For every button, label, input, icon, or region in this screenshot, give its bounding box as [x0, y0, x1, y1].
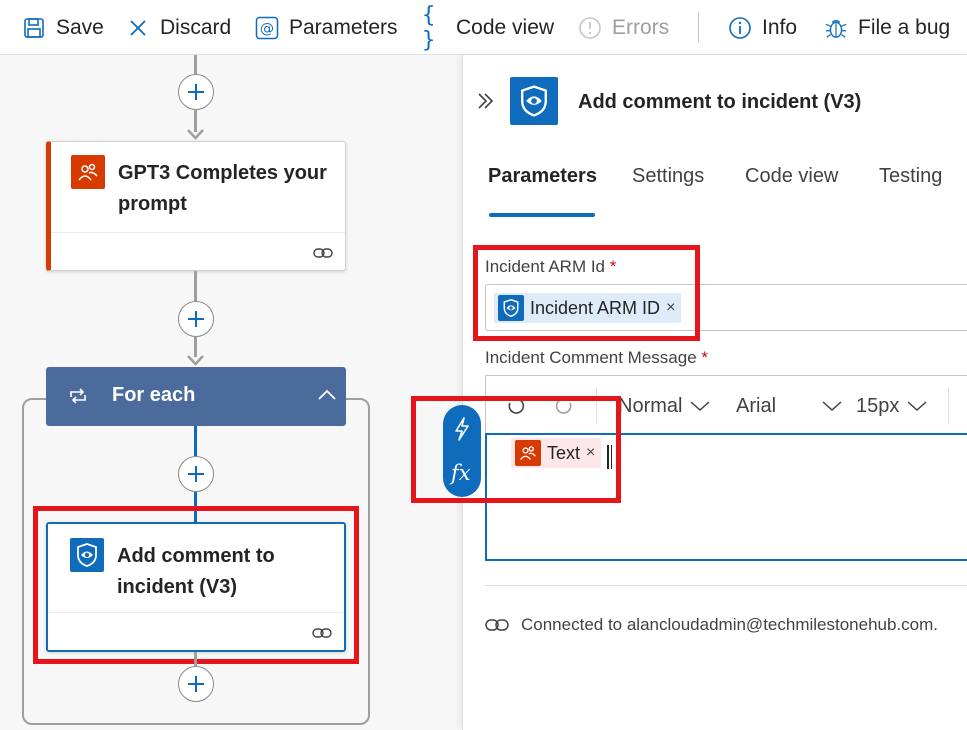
- arrow-down-icon: [187, 129, 204, 140]
- loop-icon: [70, 388, 86, 404]
- chevron-down-icon: [822, 401, 842, 412]
- gpt-action-card[interactable]: GPT3 Completes your prompt: [46, 141, 346, 271]
- save-label: Save: [56, 15, 104, 39]
- card-title-line: prompt: [118, 193, 187, 215]
- connection-link-icon: [313, 248, 333, 258]
- required-mark: *: [701, 348, 709, 367]
- card-footer: [51, 232, 345, 270]
- code-view-label: Code view: [456, 15, 555, 39]
- font-family-dropdown[interactable]: Arial: [736, 376, 842, 436]
- connector-line: [194, 271, 197, 301]
- card-title: GPT3 Completes your prompt: [118, 158, 327, 220]
- toolbar-divider: [948, 388, 949, 424]
- errors-button[interactable]: Errors: [578, 0, 669, 55]
- highlight-box: [473, 245, 700, 341]
- discard-button[interactable]: Discard: [126, 0, 231, 55]
- active-tab-indicator: [489, 213, 595, 217]
- connector-line: [194, 426, 197, 458]
- arrow-down-icon: [187, 355, 204, 366]
- close-icon: [126, 16, 150, 40]
- info-label: Info: [762, 15, 798, 39]
- tab-settings[interactable]: Settings: [632, 165, 704, 188]
- field-label-text: Incident Comment Message: [485, 348, 697, 367]
- connector-line: [194, 652, 197, 667]
- connection-text: Connected to alancloudadmin@techmileston…: [521, 615, 939, 634]
- panel-title: Add comment to incident (V3): [578, 91, 862, 113]
- card-title-line: GPT3 Completes your: [118, 162, 327, 184]
- designer-toolbar: Save Discard @ Parameters { } Code view …: [0, 0, 967, 55]
- paragraph-style-dropdown[interactable]: Normal: [618, 376, 710, 436]
- save-button[interactable]: Save: [22, 0, 104, 55]
- braces-icon: { }: [422, 2, 436, 53]
- connection-link-icon: [485, 619, 509, 631]
- highlight-box: [411, 396, 621, 503]
- errors-label: Errors: [612, 15, 670, 39]
- plus-icon: [188, 84, 204, 100]
- at-sign-icon: @: [255, 16, 279, 40]
- workflow-canvas[interactable]: GPT3 Completes your prompt For each Add …: [0, 55, 462, 730]
- file-bug-label: File a bug: [858, 15, 951, 39]
- comment-message-label: Incident Comment Message *: [485, 348, 708, 368]
- tab-parameters[interactable]: Parameters: [488, 165, 597, 188]
- font-size-value: 15px: [856, 394, 900, 417]
- bug-icon: [824, 16, 848, 40]
- error-circle-icon: [578, 16, 602, 40]
- toolbar-divider: [698, 12, 699, 42]
- plus-icon: [188, 676, 204, 692]
- add-step-button[interactable]: [178, 666, 214, 702]
- plus-icon: [188, 311, 204, 327]
- connector-line: [194, 337, 197, 357]
- svg-text:@: @: [260, 21, 274, 37]
- sentinel-shield-icon: [510, 77, 558, 125]
- section-divider: [485, 585, 967, 586]
- file-bug-button[interactable]: File a bug: [824, 0, 950, 55]
- save-icon: [22, 16, 46, 40]
- foreach-label: For each: [112, 384, 196, 406]
- highlight-box: [33, 506, 359, 664]
- info-icon: [728, 16, 752, 40]
- paragraph-style-value: Normal: [618, 394, 683, 417]
- connection-status: Connected to alancloudadmin@techmileston…: [485, 615, 938, 635]
- plus-icon: [188, 466, 204, 482]
- chevron-down-icon: [690, 401, 710, 412]
- collapse-panel-icon[interactable]: [477, 92, 495, 110]
- info-button[interactable]: Info: [728, 0, 797, 55]
- discard-label: Discard: [160, 15, 232, 39]
- font-size-dropdown[interactable]: 15px: [856, 376, 927, 436]
- action-details-panel: Add comment to incident (V3) Parameters …: [462, 55, 967, 730]
- tab-code-view[interactable]: Code view: [745, 165, 838, 188]
- parameters-button[interactable]: @ Parameters: [255, 0, 398, 55]
- parameters-label: Parameters: [289, 15, 398, 39]
- foreach-header[interactable]: For each: [46, 367, 346, 426]
- add-step-button[interactable]: [178, 456, 214, 492]
- code-view-button[interactable]: { } Code view: [422, 0, 554, 55]
- add-step-button[interactable]: [178, 301, 214, 337]
- font-family-value: Arial: [736, 394, 777, 417]
- gpt-people-icon: [71, 155, 105, 189]
- tab-testing[interactable]: Testing: [879, 165, 942, 188]
- add-step-button[interactable]: [178, 74, 214, 110]
- chevron-up-icon[interactable]: [318, 389, 336, 401]
- chevron-down-icon: [907, 401, 927, 412]
